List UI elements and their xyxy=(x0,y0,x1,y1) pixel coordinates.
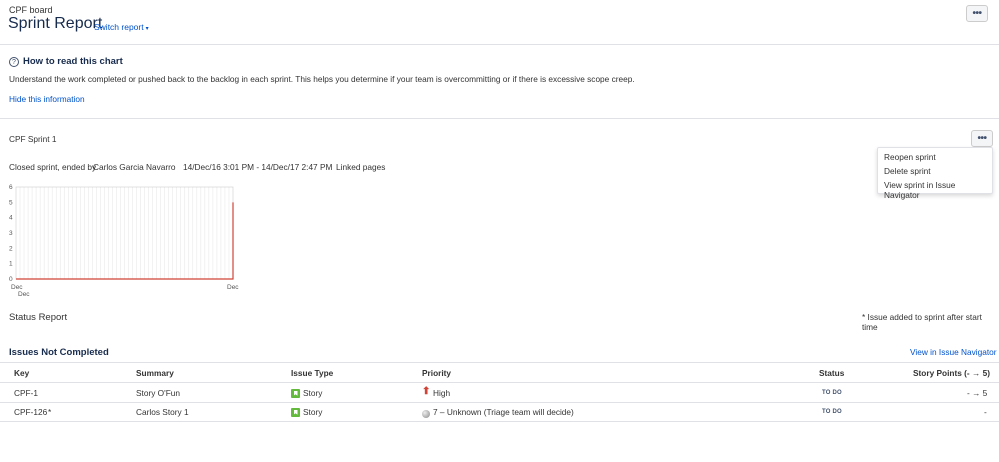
issue-key-link[interactable]: CPF-126 xyxy=(14,407,47,417)
chart-grid xyxy=(19,187,230,279)
help-title: How to read this chart xyxy=(23,56,123,67)
column-header-key: Key xyxy=(14,368,30,378)
issue-added-note: * Issue added to sprint after start time xyxy=(862,312,982,332)
arrow-up-icon: ⬆ xyxy=(422,386,431,397)
column-header-priority: Priority xyxy=(422,368,452,378)
sprint-closed-prefix: Closed sprint, ended by xyxy=(9,162,97,172)
ended-by-user-link[interactable]: Carlos Garcia Navarro xyxy=(93,162,176,172)
view-in-issue-navigator-link[interactable]: View in Issue Navigator xyxy=(910,347,997,357)
table-header-border xyxy=(0,382,999,383)
y-tick-label: 0 xyxy=(9,276,13,283)
menu-item-delete-sprint[interactable]: Delete sprint xyxy=(884,166,931,176)
issue-priority: 7 – Unknown (Triage team will decide) xyxy=(433,407,574,417)
issues-not-completed-title: Issues Not Completed xyxy=(9,347,109,358)
column-header-summary: Summary xyxy=(136,368,174,378)
issue-type: Story xyxy=(303,407,323,417)
page-title: Sprint Report xyxy=(8,15,103,32)
added-after-start-mark: * xyxy=(48,407,52,417)
linked-pages-link[interactable]: Linked pages xyxy=(336,162,385,172)
chevron-down-icon: ▾ xyxy=(145,26,149,32)
menu-item-reopen-sprint[interactable]: Reopen sprint xyxy=(884,152,936,162)
y-tick-label: 2 xyxy=(9,245,13,252)
row-divider xyxy=(0,402,999,403)
help-description: Understand the work completed or pushed … xyxy=(9,74,635,84)
row-divider xyxy=(0,421,999,422)
column-header-status: Status xyxy=(819,368,845,378)
unknown-priority-icon xyxy=(422,408,430,418)
sprint-name: CPF Sprint 1 xyxy=(9,134,57,144)
issue-priority: High xyxy=(433,388,451,398)
sprint-actions-menu: Reopen sprint Delete sprint View sprint … xyxy=(877,147,993,200)
hide-info-link[interactable]: Hide this information xyxy=(9,94,85,104)
sprint-dates: 14/Dec/16 3:01 PM - 14/Dec/17 2:47 PM xyxy=(183,162,333,172)
issue-type: Story xyxy=(303,388,323,398)
status-badge: TO DO xyxy=(822,409,842,415)
y-tick-label: 6 xyxy=(9,184,13,191)
story-points: - xyxy=(984,407,987,417)
issue-summary: Carlos Story 1 xyxy=(136,407,189,417)
column-header-issue-type: Issue Type xyxy=(291,368,334,378)
issue-summary: Story O'Fun xyxy=(136,388,181,398)
sprint-more-button[interactable]: ••• xyxy=(971,130,993,147)
issue-key-link[interactable]: CPF-1 xyxy=(14,388,38,398)
column-header-story-points: Story Points (- → 5) xyxy=(913,368,990,378)
sprint-burndown-chart: 6 5 4 3 2 1 0 Dec Dec Dec xyxy=(9,184,239,298)
board-name: CPF board xyxy=(9,5,53,15)
table-top-border xyxy=(0,362,999,363)
menu-item-view-in-navigator[interactable]: View sprint in Issue Navigator xyxy=(884,180,992,200)
help-icon: ? xyxy=(9,57,19,67)
switch-report-link[interactable]: Switch report ▾ xyxy=(94,22,149,32)
y-tick-label: 5 xyxy=(9,199,13,206)
page-more-button[interactable]: ••• xyxy=(966,5,988,22)
x-tick-label: Dec xyxy=(18,291,30,298)
story-points: - → 5 xyxy=(967,388,988,398)
divider xyxy=(0,44,999,45)
y-tick-label: 4 xyxy=(9,215,13,222)
status-report-title: Status Report xyxy=(9,312,68,323)
y-tick-label: 3 xyxy=(9,230,13,237)
story-icon xyxy=(291,388,300,399)
y-axis-ticks: 6 5 4 3 2 1 0 xyxy=(9,184,13,283)
x-tick-label: Dec xyxy=(227,284,239,291)
y-tick-label: 1 xyxy=(9,261,13,268)
status-badge: TO DO xyxy=(822,390,842,396)
switch-report-label: Switch report xyxy=(94,22,144,32)
x-tick-label: Dec xyxy=(11,284,23,291)
story-icon xyxy=(291,407,300,418)
divider xyxy=(0,118,999,119)
